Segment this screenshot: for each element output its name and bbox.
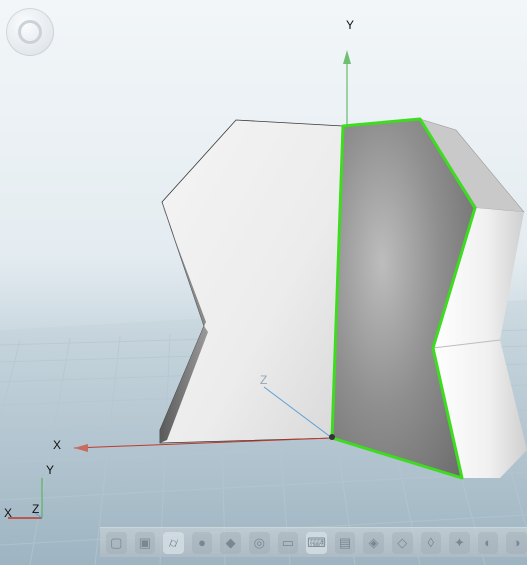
- box-icon[interactable]: ▢: [106, 531, 127, 554]
- sphere-icon[interactable]: ●: [191, 531, 213, 554]
- cone-icon[interactable]: ◆: [220, 531, 241, 554]
- shape-icon[interactable]: ◑: [506, 531, 527, 554]
- text-icon[interactable]: ▤: [334, 531, 356, 554]
- triad-x-label: X: [4, 506, 13, 520]
- shape-icon[interactable]: ✦: [449, 531, 470, 554]
- triad-z-label: Z: [32, 502, 40, 516]
- 3d-viewport[interactable]: [0, 0, 527, 565]
- y-axis-label: Y: [346, 18, 355, 32]
- shape-icon[interactable]: ◇: [391, 531, 413, 554]
- keyboard-icon[interactable]: ⌨: [306, 531, 327, 554]
- app-logo[interactable]: [6, 8, 54, 56]
- x-axis-label: X: [53, 438, 62, 452]
- torus-icon[interactable]: ◎: [248, 531, 270, 554]
- shape-icon[interactable]: ◈: [363, 531, 384, 554]
- power-icon: [18, 20, 42, 44]
- shape-icon[interactable]: ◐: [477, 531, 499, 554]
- shape-icon[interactable]: ◊: [420, 531, 442, 554]
- cylinder-icon[interactable]: ⌭: [163, 531, 184, 554]
- bottom-toolbar: ▢ ▣ ⌭ ● ◆ ◎ ▭ ⌨ ▤ ◈ ◇ ◊ ✦ ◐ ◑: [100, 527, 527, 557]
- box-icon[interactable]: ▣: [134, 531, 156, 554]
- origin-point: [329, 434, 335, 440]
- plane-icon[interactable]: ▭: [277, 531, 299, 554]
- z-axis-label: Z: [260, 373, 268, 387]
- triad-y-label: Y: [46, 463, 55, 477]
